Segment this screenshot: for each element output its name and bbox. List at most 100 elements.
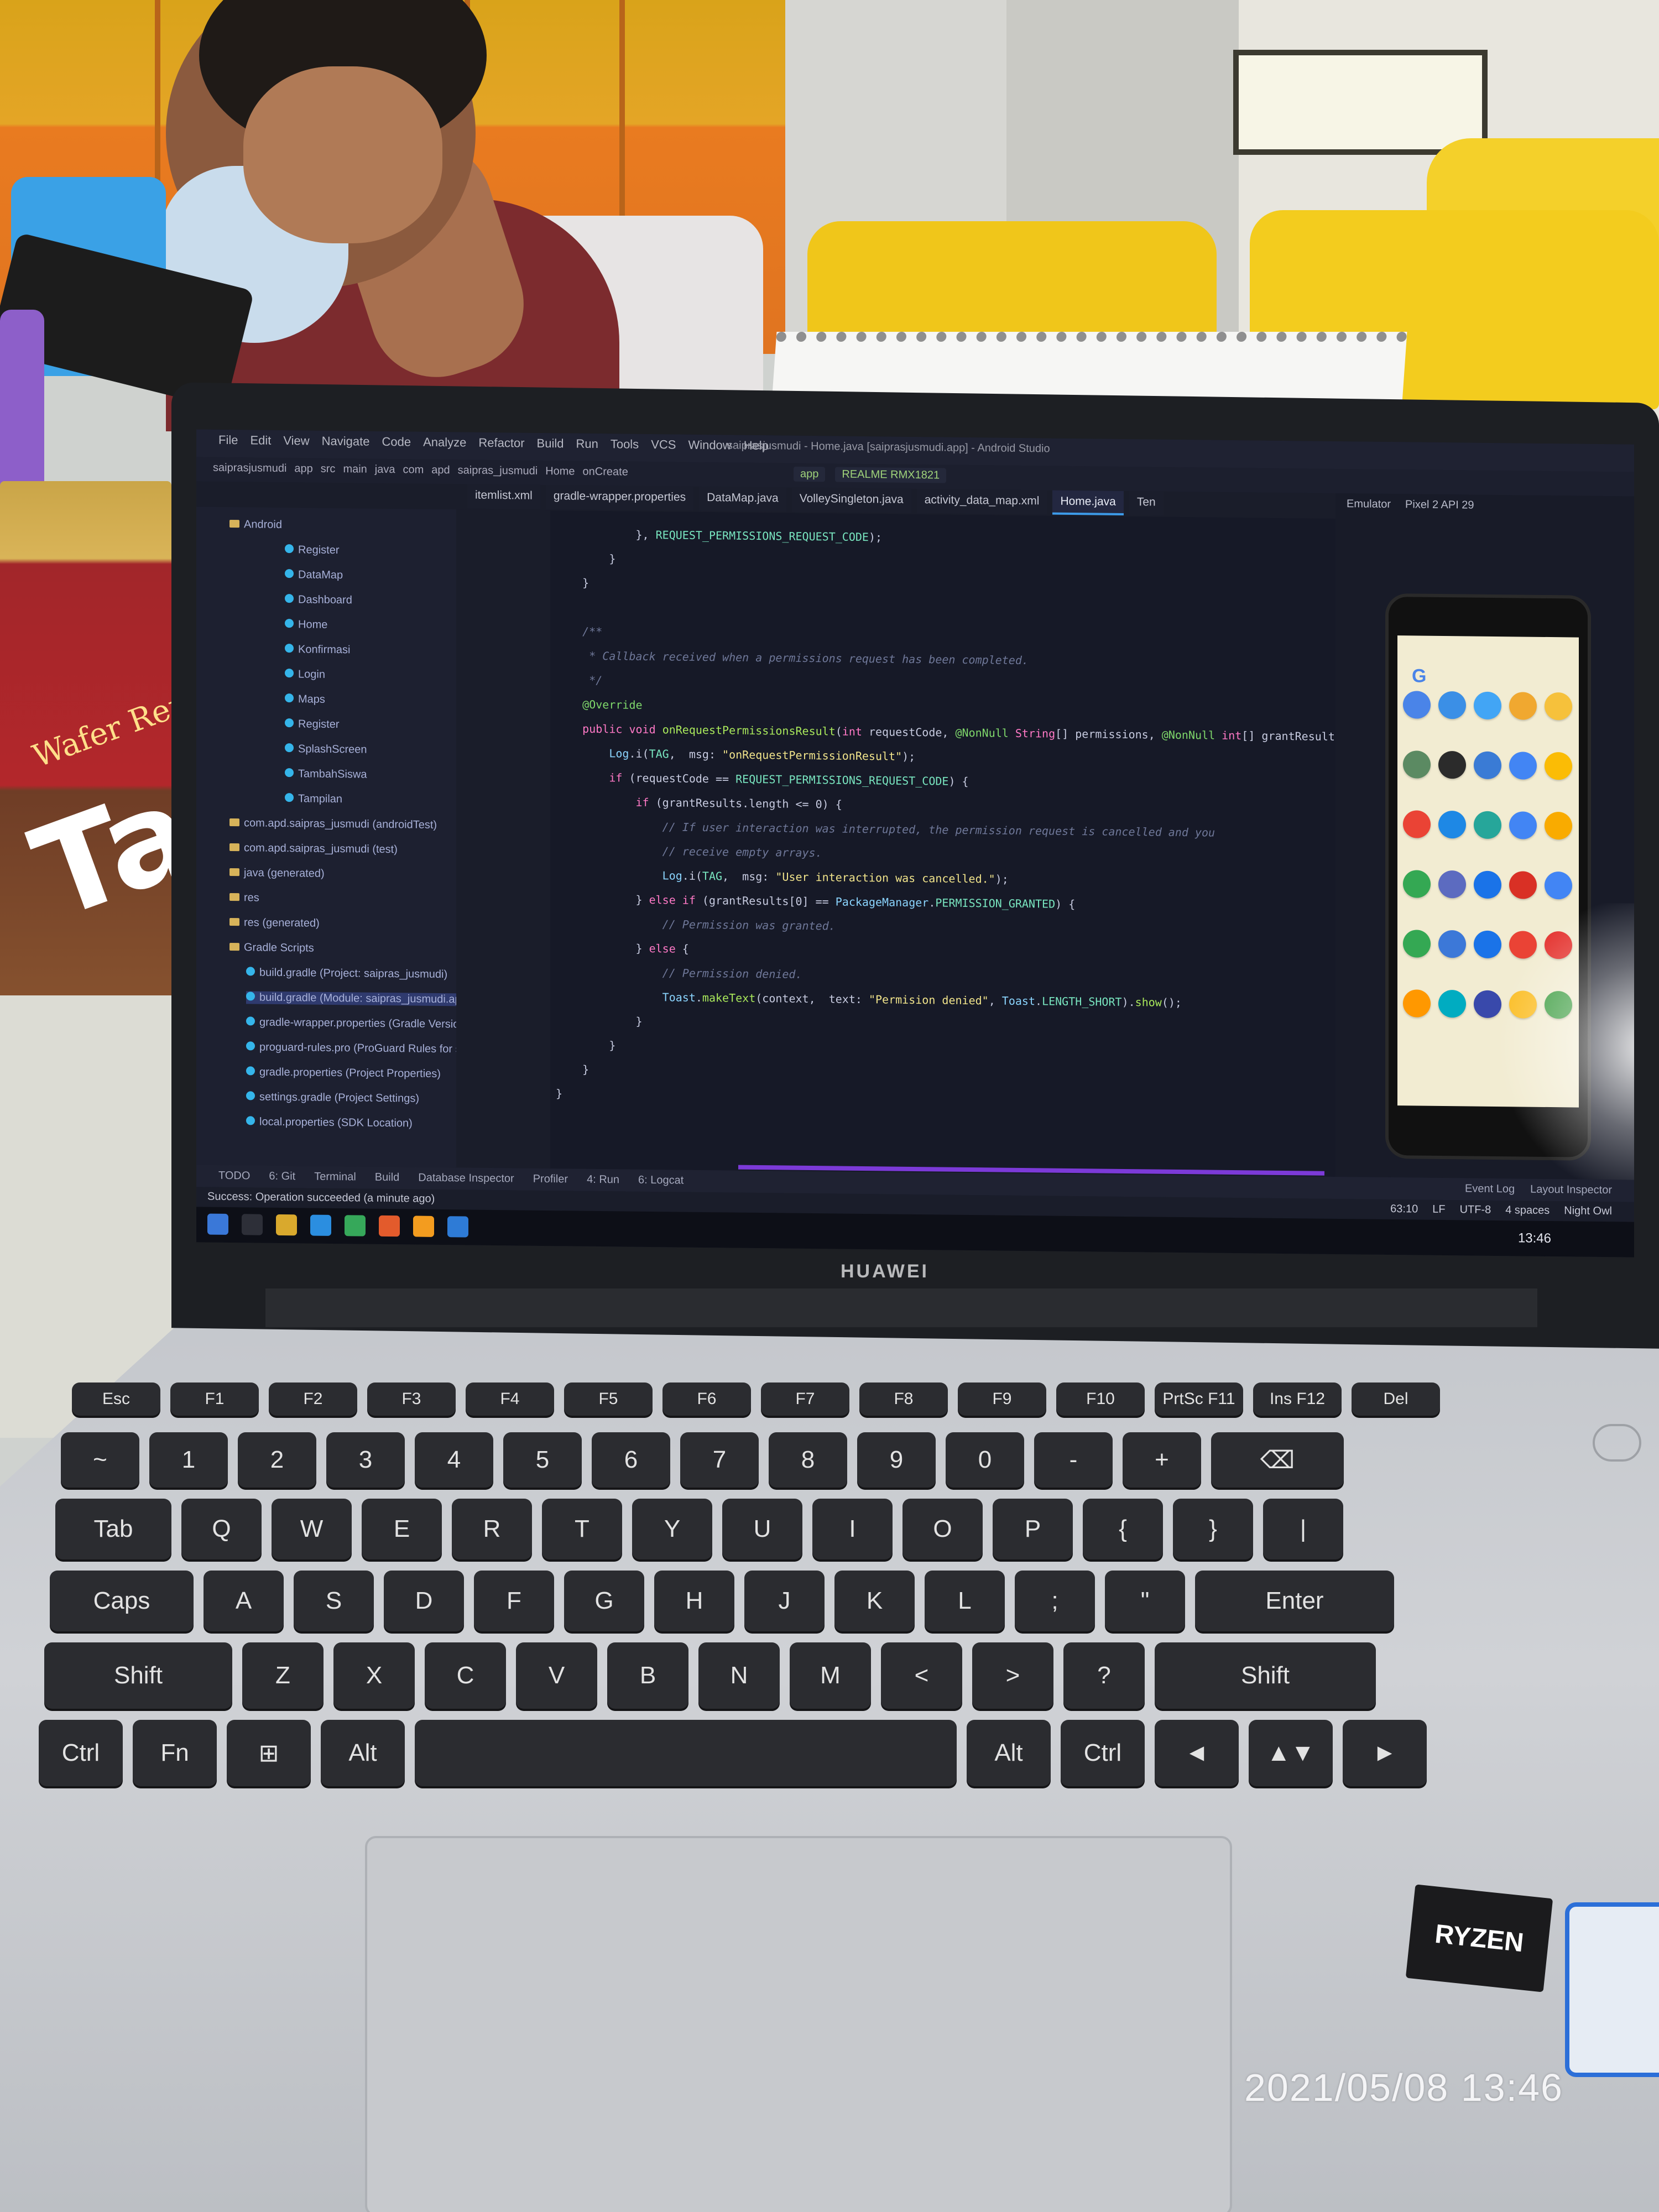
breadcrumb-item[interactable]: saiprasjusmudi (213, 462, 286, 475)
key-q[interactable]: Q (181, 1499, 262, 1559)
key-f5[interactable]: F5 (564, 1383, 653, 1416)
app-icon[interactable] (1474, 811, 1501, 839)
code-line[interactable]: // Permission was granted. (556, 916, 836, 932)
key-f4[interactable]: F4 (466, 1383, 554, 1416)
ide-menu[interactable]: File Edit View Navigate Code Analyze Refactor B… (218, 433, 769, 453)
code-line[interactable]: }, REQUEST_PERMISSIONS_REQUEST_CODE); (556, 527, 882, 544)
touchpad[interactable] (365, 1836, 1232, 2212)
key-[interactable]: ⊞ (227, 1720, 311, 1786)
project-tree-item[interactable]: SplashScreen (285, 743, 367, 757)
code-line[interactable]: @Override (556, 697, 642, 712)
key-fn[interactable]: Fn (133, 1720, 217, 1786)
breadcrumb-item[interactable]: apd (431, 464, 450, 477)
key-esc[interactable]: Esc (72, 1383, 160, 1416)
tab-4[interactable]: activity_data_map.xml (916, 489, 1047, 515)
key-[interactable]: " (1105, 1571, 1185, 1631)
app-icon[interactable] (1438, 750, 1466, 779)
tool-window-button[interactable]: Layout Inspector (1530, 1183, 1612, 1197)
app-icon[interactable] (1545, 692, 1572, 721)
run-config-device[interactable]: REALME RMX1821 (835, 467, 947, 483)
status-item[interactable]: Night Owl (1564, 1204, 1612, 1218)
app-icon[interactable] (1474, 691, 1501, 720)
key-[interactable]: > (972, 1642, 1053, 1709)
key-[interactable]: { (1083, 1499, 1163, 1559)
project-tree-item[interactable]: res (generated) (229, 916, 320, 930)
power-button[interactable] (1593, 1424, 1641, 1462)
taskbar-clock[interactable]: 13:46 (1518, 1230, 1551, 1246)
tool-window-button[interactable]: Build (375, 1171, 399, 1184)
project-tree-item[interactable]: Gradle Scripts (229, 941, 314, 955)
key-enter[interactable]: Enter (1195, 1571, 1394, 1631)
key-del[interactable]: Del (1352, 1383, 1440, 1416)
key-shift[interactable]: Shift (1155, 1642, 1376, 1709)
key-s[interactable]: S (294, 1571, 374, 1631)
key-z[interactable]: Z (242, 1642, 324, 1709)
code-line[interactable]: if (grantResults.length <= 0) { (556, 795, 842, 811)
key-[interactable]: + (1123, 1432, 1201, 1488)
key-7[interactable]: 7 (680, 1432, 759, 1488)
key-8[interactable]: 8 (769, 1432, 847, 1488)
key-[interactable]: | (1263, 1499, 1343, 1559)
run-config[interactable]: app REALME RMX1821 (794, 466, 947, 483)
menu-item[interactable]: Code (382, 435, 411, 450)
status-item[interactable]: 4 spaces (1505, 1204, 1550, 1217)
key-6[interactable]: 6 (592, 1432, 670, 1488)
app-icon[interactable] (1474, 751, 1501, 780)
key-ctrl[interactable]: Ctrl (1061, 1720, 1145, 1786)
key-tab[interactable]: Tab (55, 1499, 171, 1559)
start-icon[interactable] (207, 1213, 228, 1235)
app-icon[interactable] (1438, 810, 1466, 839)
project-tree-item[interactable]: Register (285, 544, 339, 557)
app-icon[interactable] (1509, 811, 1537, 839)
key-b[interactable]: B (607, 1642, 688, 1709)
app-icon[interactable] (1403, 691, 1431, 719)
menu-item[interactable]: Tools (611, 437, 639, 452)
key-caps[interactable]: Caps (50, 1571, 194, 1631)
key-y[interactable]: Y (632, 1499, 712, 1559)
tool-window-button[interactable]: Event Log (1465, 1182, 1515, 1196)
key-t[interactable]: T (542, 1499, 622, 1559)
key-i[interactable]: I (812, 1499, 893, 1559)
app-icon[interactable] (1474, 870, 1501, 899)
code-line[interactable]: } (556, 551, 615, 565)
key-d[interactable]: D (384, 1571, 464, 1631)
tab-6[interactable]: Ten (1129, 491, 1164, 516)
app-icon[interactable] (1509, 871, 1537, 899)
explorer-icon[interactable] (276, 1214, 297, 1236)
key-e[interactable]: E (362, 1499, 442, 1559)
code-line[interactable]: if (requestCode == REQUEST_PERMISSIONS_R… (556, 770, 968, 788)
app-icon[interactable] (1403, 989, 1431, 1018)
key-w[interactable]: W (272, 1499, 352, 1559)
menu-item[interactable]: Run (576, 437, 598, 451)
project-tree-item[interactable]: Android (229, 518, 282, 531)
project-tree-item[interactable]: Maps (285, 693, 325, 706)
tab-1[interactable]: gradle-wrapper.properties (545, 485, 694, 511)
project-tree-item[interactable]: com.apd.saipras_jusmudi (test) (229, 842, 398, 856)
app-icon[interactable] (1545, 811, 1572, 840)
menu-item[interactable]: Analyze (423, 435, 466, 450)
menu-item[interactable]: Edit (250, 433, 271, 447)
key-n[interactable]: N (698, 1642, 780, 1709)
key-shift[interactable]: Shift (44, 1642, 232, 1709)
tool-window-button[interactable]: Database Inspector (418, 1172, 514, 1186)
key-k[interactable]: K (834, 1571, 915, 1631)
project-tree-item[interactable]: Dashboard (285, 593, 352, 607)
tool-window-button[interactable]: 6: Git (269, 1170, 295, 1183)
key-f8[interactable]: F8 (859, 1383, 948, 1416)
breadcrumb-item[interactable]: onCreate (583, 466, 628, 479)
key-x[interactable]: X (333, 1642, 415, 1709)
code-line[interactable]: } (556, 1087, 562, 1100)
app-icon[interactable] (1438, 989, 1466, 1018)
key-f9[interactable]: F9 (958, 1383, 1046, 1416)
project-tree-item[interactable]: Login (285, 668, 325, 681)
key-j[interactable]: J (744, 1571, 825, 1631)
code-line[interactable]: } (556, 1014, 642, 1028)
key-f10[interactable]: F10 (1056, 1383, 1145, 1416)
tool-window-button[interactable]: TODO (218, 1170, 250, 1183)
code-line[interactable]: Toast.makeText(context, text: "Permision… (556, 989, 1182, 1009)
key-[interactable]: - (1034, 1432, 1113, 1488)
key-f1[interactable]: F1 (170, 1383, 259, 1416)
emulator-title[interactable]: Emulator (1347, 498, 1391, 511)
menu-item[interactable]: VCS (651, 437, 676, 452)
menu-item[interactable]: Refactor (478, 436, 524, 451)
